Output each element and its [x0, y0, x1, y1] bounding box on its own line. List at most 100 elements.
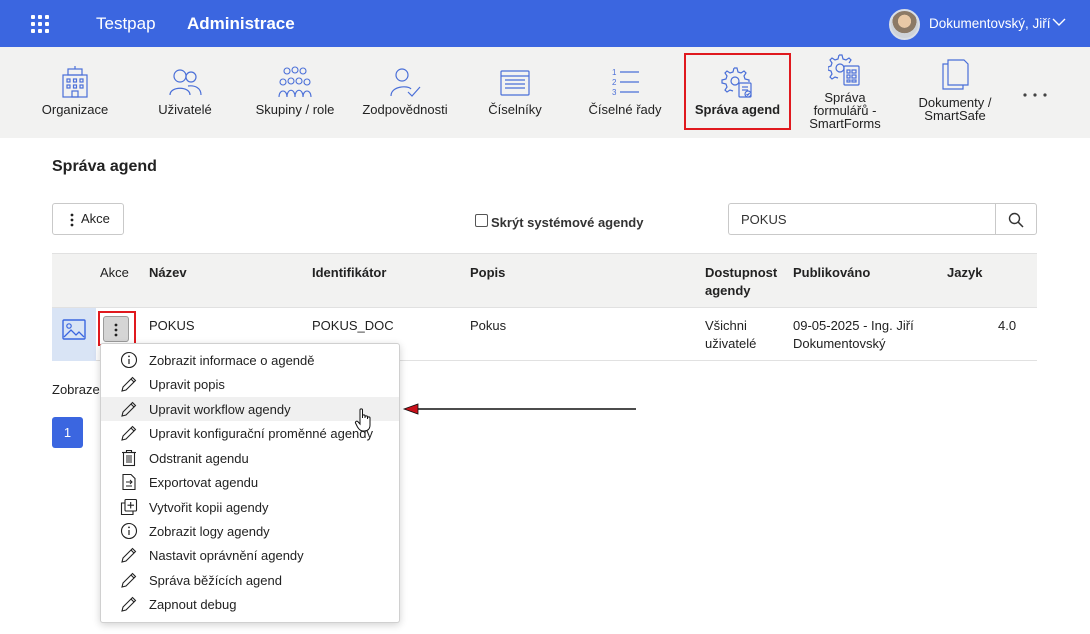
toolbar-label-line: SmartForms	[809, 116, 881, 131]
table-header: Akce Název Identifikátor Popis Dostupnos…	[52, 253, 1037, 308]
row-actions-highlight	[98, 311, 136, 346]
row-nazev: POKUS	[149, 318, 195, 333]
toolbar-item-ciselniky[interactable]: Číselníky	[470, 47, 560, 138]
toolbar-item-ciselne-rady[interactable]: 1 2 3 Číselné řady	[580, 47, 670, 138]
menu-item-label: Upravit konfigurační proměnné agendy	[149, 426, 374, 441]
row-identifikator: POKUS_DOC	[312, 318, 394, 333]
row-dostupnost-line: uživatelé	[705, 336, 757, 351]
row-dostupnost-line: Všichni	[705, 318, 747, 333]
row-publikovano-line: Dokumentovský	[793, 336, 886, 351]
hide-system-checkbox[interactable]	[475, 214, 488, 227]
pagination-page-1[interactable]: 1	[52, 417, 83, 448]
toolbar-item-skupiny[interactable]: Skupiny / role	[250, 47, 340, 138]
active-item-highlight	[684, 53, 791, 130]
groups-icon	[278, 66, 312, 98]
menu-item-zobrazit-informace[interactable]: Zobrazit informace o agendě	[101, 348, 399, 372]
user-check-icon	[390, 68, 421, 97]
row-publikovano-line: 09-05-2025 - Ing. Jiří	[793, 318, 914, 333]
menu-item-label: Zobrazit informace o agendě	[149, 353, 315, 368]
menu-item-label: Správa běžících agend	[149, 573, 282, 588]
column-header-line: agendy	[705, 283, 751, 298]
annotation-arrow	[402, 403, 636, 415]
toolbar-item-sprava-formularu[interactable]: Správa formulářů - SmartForms	[795, 47, 895, 138]
toolbar-item-uzivatele[interactable]: Uživatelé	[140, 47, 230, 138]
user-name-menu[interactable]: Dokumentovský, Jiří	[929, 16, 1051, 31]
actions-button[interactable]: Akce	[52, 203, 124, 235]
svg-text:1: 1	[612, 68, 617, 77]
app-launcher-icon[interactable]	[31, 15, 49, 33]
row-publikovano: 09-05-2025 - Ing. Jiří Dokumentovský	[793, 317, 914, 353]
export-icon	[122, 473, 136, 491]
more-options-icon[interactable]	[1022, 92, 1048, 98]
menu-item-label: Nastavit oprávnění agendy	[149, 548, 304, 563]
svg-text:3: 3	[612, 88, 617, 97]
svg-text:2: 2	[612, 78, 617, 87]
actions-button-label: Akce	[81, 211, 110, 226]
menu-item-zobrazit-logy[interactable]: Zobrazit logy agendy	[101, 519, 399, 543]
toolbar-item-organizace[interactable]: Organizace	[30, 47, 120, 138]
pencil-icon	[121, 596, 137, 612]
pencil-icon	[121, 572, 137, 588]
row-dostupnost: Všichni uživatelé	[705, 317, 756, 353]
menu-item-label: Vytvořit kopii agendy	[149, 500, 269, 515]
results-count-text: Zobrazeno	[52, 382, 100, 397]
column-header-popis[interactable]: Popis	[470, 264, 505, 282]
search-button[interactable]	[995, 203, 1037, 235]
hide-system-label[interactable]: Skrýt systémové agendy	[491, 215, 643, 230]
menu-item-zapnout-debug[interactable]: Zapnout debug	[101, 592, 399, 616]
column-header-nazev[interactable]: Název	[149, 264, 187, 282]
menu-item-exportovat[interactable]: Exportovat agendu	[101, 470, 399, 494]
toolbar-item-dokumenty[interactable]: Dokumenty / SmartSafe	[905, 47, 1005, 138]
toolbar-label: Správa formulářů - SmartForms	[795, 91, 895, 130]
pencil-icon	[121, 425, 137, 441]
pencil-icon	[121, 401, 137, 417]
row-actions-menu: Zobrazit informace o agendě Upravit popi…	[100, 343, 400, 623]
image-icon	[62, 319, 86, 340]
toolbar-label: Zodpovědnosti	[362, 102, 448, 117]
users-icon	[169, 69, 202, 96]
admin-toolbar: Organizace Uživatelé Skupiny / role Zodp…	[0, 47, 1090, 138]
toolbar-item-zodpovednosti[interactable]: Zodpovědnosti	[355, 47, 455, 138]
top-bar: Testpap Administrace Dokumentovský, Jiří	[0, 0, 1090, 47]
menu-item-label: Zobrazit logy agendy	[149, 524, 270, 539]
toolbar-label: Číselníky	[488, 102, 542, 117]
menu-item-sprava-beziciho[interactable]: Správa běžících agend	[101, 568, 399, 592]
copy-icon	[120, 498, 138, 516]
page-title: Správa agend	[52, 158, 157, 175]
section-title: Administrace	[187, 14, 295, 33]
row-popis: Pokus	[470, 318, 507, 333]
search-icon	[1008, 212, 1024, 228]
building-icon	[62, 66, 88, 98]
codebook-icon	[500, 70, 530, 96]
column-header-dostupnost[interactable]: Dostupnost agendy	[705, 264, 777, 300]
row-jazyk: 4.0	[998, 318, 1017, 333]
avatar[interactable]	[889, 9, 920, 40]
gear-form-icon	[828, 54, 860, 86]
chevron-down-icon[interactable]	[1052, 15, 1066, 29]
toolbar-label: Organizace	[41, 102, 109, 117]
info-icon	[120, 351, 138, 369]
menu-item-label: Odstranit agendu	[149, 451, 249, 466]
trash-icon	[122, 449, 136, 467]
documents-icon	[942, 59, 969, 90]
column-header-line: Dostupnost	[705, 265, 778, 280]
column-header-publikovano[interactable]: Publikováno	[793, 264, 870, 282]
info-icon	[120, 522, 138, 540]
vertical-dots-icon	[70, 213, 74, 227]
toolbar-label: Číselné řady	[588, 102, 662, 117]
menu-item-nastavit-opravneni[interactable]: Nastavit oprávnění agendy	[101, 543, 399, 567]
menu-item-vytvorit-kopii[interactable]: Vytvořit kopii agendy	[101, 495, 399, 519]
numbered-list-icon: 1 2 3	[612, 68, 639, 97]
app-name-link[interactable]: Testpap	[96, 14, 156, 34]
toolbar-label: Skupiny / role	[255, 102, 335, 117]
search-input[interactable]	[728, 203, 996, 235]
hand-cursor-icon	[354, 408, 371, 432]
column-header-jazyk[interactable]: Jazyk	[947, 264, 982, 282]
menu-item-odstranit[interactable]: Odstranit agendu	[101, 446, 399, 470]
toolbar-label: Dokumenty / SmartSafe	[905, 96, 1005, 122]
toolbar-label: Uživatelé	[158, 102, 212, 117]
pencil-icon	[121, 547, 137, 563]
column-header-identifikator[interactable]: Identifikátor	[312, 264, 386, 282]
menu-item-label: Zapnout debug	[149, 597, 237, 612]
menu-item-upravit-popis[interactable]: Upravit popis	[101, 372, 399, 396]
